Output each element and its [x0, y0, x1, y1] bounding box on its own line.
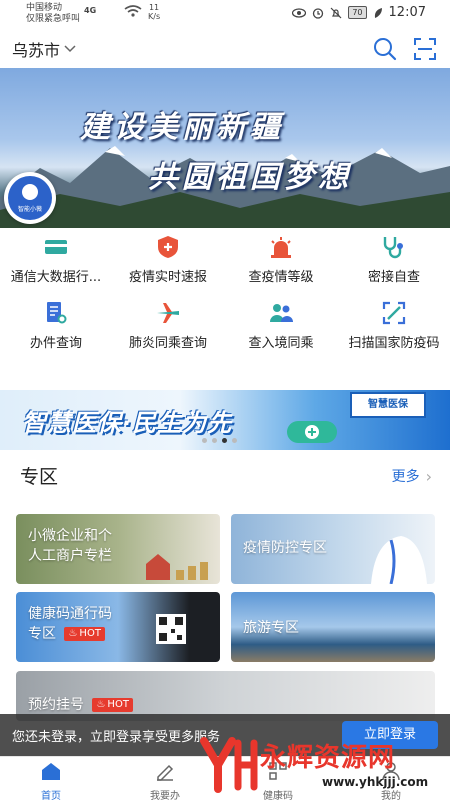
- card-title: 疫情防控专区: [243, 540, 327, 556]
- assistant-label: 智能小薇: [17, 206, 42, 213]
- service-label: 扫描国家防疫码: [348, 336, 440, 351]
- zone-title: 专区: [20, 466, 59, 488]
- card-title: 健康码通行码 专区 ♨ HOT: [28, 604, 112, 644]
- carousel-dot: [232, 438, 237, 443]
- home-icon: [42, 763, 60, 780]
- banner-slogan-2: 共圆祖国梦想: [148, 160, 352, 195]
- hot-badge: ♨ HOT: [64, 627, 105, 641]
- zone-card-small-business[interactable]: 小微企业和个 人工商户专栏: [16, 514, 220, 584]
- city-name: 乌苏市: [12, 41, 61, 60]
- carrier-name: 中国移动: [26, 3, 63, 13]
- leaf-icon: [374, 7, 382, 18]
- service-item[interactable]: 扫描国家防疫码: [338, 296, 450, 356]
- service-label: 查入境同乘: [248, 336, 314, 351]
- zone-card-tourism[interactable]: 旅游专区: [231, 592, 435, 662]
- scan-icon[interactable]: [412, 36, 438, 62]
- chevron-right-icon: ›: [425, 466, 432, 486]
- watermark-url: www.yhkjjj.com: [322, 775, 429, 789]
- promo-slogan: 智慧医保·民生为先: [22, 409, 233, 437]
- service-item[interactable]: 办件查询: [0, 296, 112, 356]
- carousel-dot-active: [222, 438, 227, 443]
- people-icon: [270, 304, 293, 322]
- search-icon[interactable]: [372, 36, 398, 62]
- card-title: 预约挂号 ♨ HOT: [28, 695, 133, 715]
- carousel-dot: [212, 438, 217, 443]
- service-label: 肺炎同乘查询: [128, 336, 207, 351]
- service-label: 办件查询: [29, 336, 82, 351]
- mute-icon: [330, 7, 342, 18]
- zone-card-health-code[interactable]: 健康码通行码 专区 ♨ HOT: [16, 592, 220, 662]
- shield-plus-icon: [158, 236, 178, 258]
- city-selector[interactable]: 乌苏市: [12, 37, 76, 61]
- service-item[interactable]: 查入境同乘: [225, 296, 337, 356]
- hot-badge: ♨ HOT: [92, 698, 133, 712]
- assistant-button[interactable]: 智能小薇: [4, 172, 56, 224]
- service-item[interactable]: 查疫情等级: [225, 230, 337, 290]
- nav-home[interactable]: 首页: [16, 761, 86, 800]
- more-label: 更多: [391, 469, 420, 485]
- card-title-text: 预约挂号: [28, 697, 84, 713]
- hot-label: HOT: [107, 699, 129, 710]
- service-label: 疫情实时速报: [128, 270, 207, 285]
- services-grid: 通信大数据行... 疫情实时速报 查疫情等级 密接自查 办件查询 肺炎同乘查询 …: [0, 230, 450, 360]
- card-title-line: 健康码通行码: [28, 606, 112, 622]
- network-type: 4G: [84, 6, 97, 15]
- clock: 12:07: [388, 5, 426, 20]
- carrier-info: 中国移动 仅限紧急呼叫: [26, 3, 80, 25]
- zone-card-epidemic[interactable]: 疫情防控专区: [231, 514, 435, 584]
- card-title: 旅游专区: [243, 620, 299, 636]
- airplane-icon: [157, 303, 179, 323]
- nav-label: 我要办: [150, 791, 180, 800]
- fire-icon: ♨: [68, 628, 78, 639]
- card-icon: [45, 240, 67, 254]
- top-header: 乌苏市: [0, 28, 450, 68]
- stethoscope-icon: [383, 237, 403, 259]
- carousel-dot: [202, 438, 207, 443]
- watermark-logo: [200, 737, 258, 793]
- pen-icon: [157, 764, 174, 781]
- chevron-down-icon: [64, 45, 76, 53]
- service-item[interactable]: 肺炎同乘查询: [112, 296, 224, 356]
- qr-code-image: [156, 614, 186, 644]
- card-title-line: 小微企业和个: [28, 528, 112, 544]
- doctor-image: [371, 536, 427, 584]
- document-search-icon: [47, 302, 67, 324]
- service-label: 查疫情等级: [248, 270, 314, 285]
- card-title: 小微企业和个 人工商户专栏: [28, 526, 112, 566]
- assistant-badge: 智能小薇: [8, 176, 52, 220]
- eye-icon: [292, 7, 307, 18]
- nav-label: 首页: [41, 791, 61, 800]
- card-title-text: 专区: [28, 626, 56, 642]
- service-label: 密接自查: [367, 270, 420, 285]
- card-title-line: 专区 ♨ HOT: [28, 624, 112, 644]
- login-prompt-text: 您还未登录，立即登录享受更多服务: [12, 730, 221, 745]
- battery-indicator: 70: [348, 6, 367, 19]
- carousel-dots: [202, 438, 237, 443]
- service-item[interactable]: 疫情实时速报: [112, 230, 224, 290]
- status-bar: 中国移动 仅限紧急呼叫 4G 11 K/s 70 12:07: [0, 0, 450, 28]
- banner-slogan-1: 建设美丽新疆: [80, 110, 284, 145]
- carrier-sub: 仅限紧急呼叫: [26, 14, 81, 24]
- service-item[interactable]: 密接自查: [338, 230, 450, 290]
- net-speed: 11 K/s: [148, 3, 161, 21]
- robot-icon: [22, 184, 38, 200]
- wifi-icon: [124, 5, 142, 17]
- alarm-light-icon: [271, 237, 291, 258]
- scan-code-icon: [382, 301, 406, 325]
- promo-sign: 智慧医保: [350, 392, 426, 418]
- hero-banner[interactable]: 建设美丽新疆 共圆祖国梦想: [0, 68, 450, 228]
- card-title-line: 人工商户专栏: [28, 548, 112, 564]
- service-label: 通信大数据行...: [10, 270, 102, 285]
- fire-icon: ♨: [96, 699, 106, 710]
- alarm-icon: [313, 7, 324, 19]
- watermark: 永辉资源网 www.yhkjjj.com: [198, 735, 448, 797]
- hot-label: HOT: [79, 628, 101, 639]
- watermark-text: 永辉资源网: [260, 743, 396, 773]
- medical-card-icon: [287, 421, 337, 443]
- house-coins-image: [146, 554, 208, 580]
- nav-todo[interactable]: 我要办: [130, 761, 200, 800]
- zone-more-link[interactable]: 更多 ›: [392, 466, 432, 486]
- service-item[interactable]: 通信大数据行...: [0, 230, 112, 290]
